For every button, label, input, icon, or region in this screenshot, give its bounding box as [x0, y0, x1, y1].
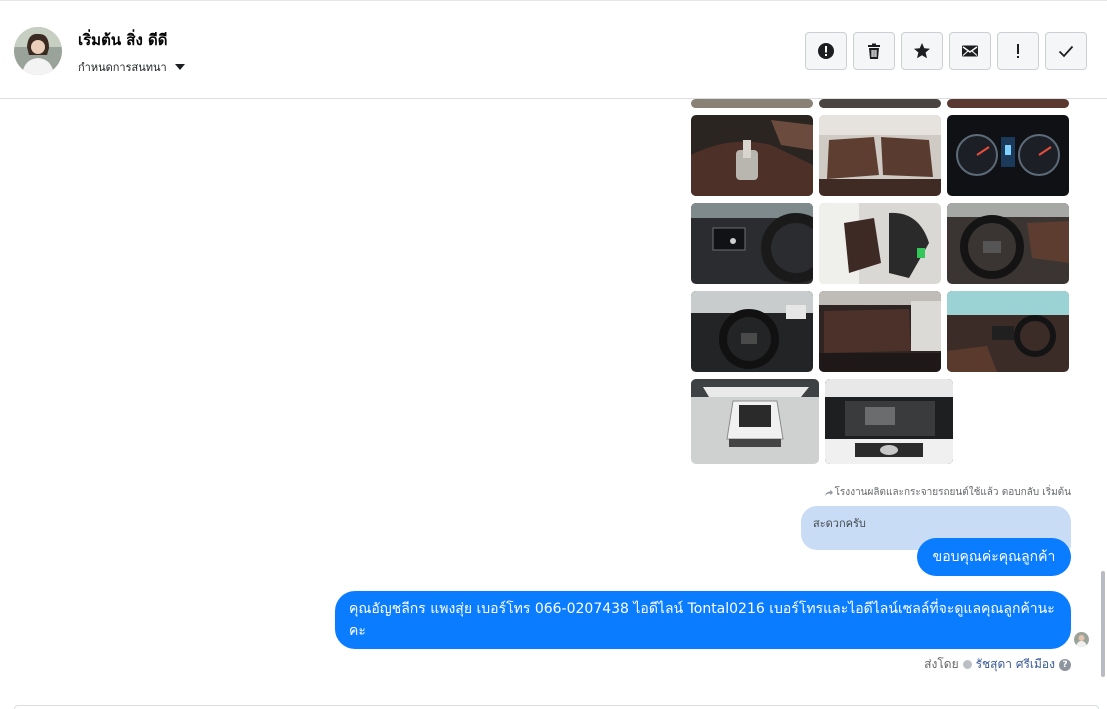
car-photo-gear-console[interactable] — [691, 115, 813, 196]
car-photo-rear-row[interactable] — [819, 291, 941, 372]
sent-by-line: ส่งโดย รัชสุดา ศรีเมือง ? — [924, 655, 1071, 674]
help-icon[interactable]: ? — [1059, 658, 1071, 671]
report-button[interactable] — [805, 32, 847, 70]
trash-icon — [868, 43, 880, 59]
car-photo-dashboard-gauges[interactable] — [947, 115, 1069, 196]
car-photo-rear-seats[interactable] — [819, 115, 941, 196]
star-button[interactable] — [901, 32, 943, 70]
checkmark-icon — [1058, 45, 1074, 58]
envelope-icon — [962, 45, 978, 57]
report-icon — [818, 43, 834, 59]
reply-message-bubble[interactable]: ขอบคุณค่ะคุณลูกค้า — [917, 538, 1071, 576]
car-photo-tailgate-open[interactable] — [691, 379, 819, 464]
car-photo-partial-3[interactable] — [947, 99, 1069, 108]
car-photo-steering-wheel[interactable] — [947, 203, 1069, 284]
sent-by-label: ส่งโดย — [924, 657, 959, 671]
conversation-window: เริ่มต้น สิ่ง ดีดี กำหนดการสนทนา โรงงานผ… — [0, 0, 1107, 709]
agent-status-icon — [962, 660, 972, 669]
conversation-header: เริ่มต้น สิ่ง ดีดี กำหนดการสนทนา — [0, 1, 1107, 99]
delete-button[interactable] — [853, 32, 895, 70]
car-photo-front-cabin[interactable] — [947, 291, 1069, 372]
mark-done-button[interactable] — [1045, 32, 1087, 70]
car-photo-driver-view[interactable] — [691, 291, 813, 372]
contact-name: เริ่มต้น สิ่ง ดีดี — [78, 31, 168, 49]
scrollbar-track[interactable] — [1099, 99, 1107, 679]
seen-avatar — [1074, 632, 1089, 647]
info-message-bubble[interactable]: คุณอัญชลีกร แพงสุ่ย เบอร์โทร 066-0207438… — [335, 591, 1071, 649]
reply-context: โรงงานผลิตและกระจายรถยนต์ใช้แล้ว ตอบกลับ… — [824, 485, 1071, 500]
contact-avatar[interactable] — [14, 27, 62, 75]
assign-conversation-label: กำหนดการสนทนา — [78, 61, 167, 74]
scrollbar-thumb[interactable] — [1101, 571, 1105, 677]
message-composer[interactable] — [14, 705, 1099, 709]
reply-context-text: โรงงานผลิตและกระจายรถยนต์ใช้แล้ว ตอบกลับ… — [834, 487, 1071, 498]
header-actions — [805, 32, 1087, 70]
star-icon — [914, 43, 930, 59]
car-photo-engine-bay[interactable] — [825, 379, 953, 464]
exclamation-icon — [1017, 44, 1019, 58]
assign-conversation-dropdown[interactable]: กำหนดการสนทนา — [78, 58, 185, 76]
important-button[interactable] — [997, 32, 1039, 70]
reply-arrow-icon — [824, 489, 833, 497]
sent-by-agent[interactable]: รัชสุดา ศรีเมือง — [976, 655, 1055, 674]
mark-unread-button[interactable] — [949, 32, 991, 70]
car-photo-partial-1[interactable] — [691, 99, 813, 108]
car-photo-steering-left[interactable] — [691, 203, 813, 284]
car-photo-partial-2[interactable] — [819, 99, 941, 108]
car-photo-front-seat[interactable] — [819, 203, 941, 284]
caret-down-icon — [174, 64, 185, 70]
